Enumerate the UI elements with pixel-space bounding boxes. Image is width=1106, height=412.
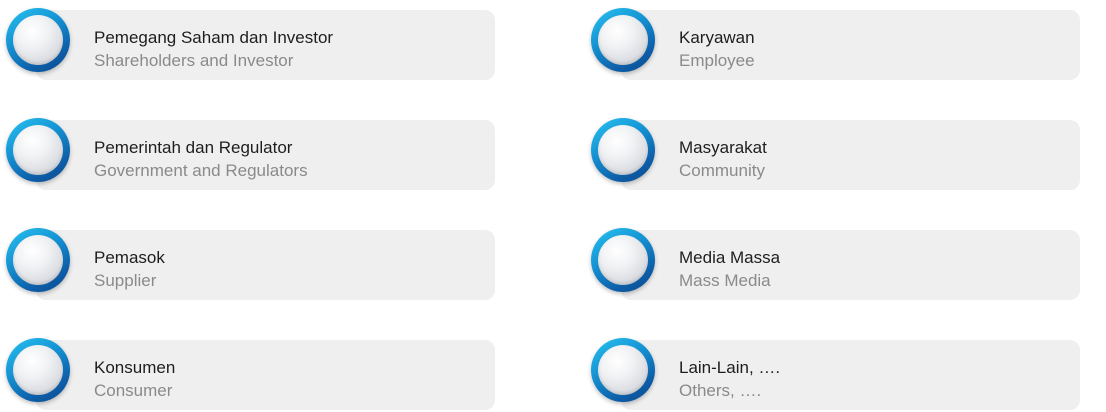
stakeholder-title: Masyarakat (679, 138, 767, 157)
stakeholder-item-employee: Karyawan Employee (585, 0, 1080, 80)
circle-bullet-inner (13, 235, 63, 285)
stakeholder-subtitle: Others, …. (679, 381, 762, 400)
circle-bullet-icon (6, 118, 70, 182)
stakeholder-subtitle: Consumer (94, 381, 173, 400)
stakeholder-item-mass-media: Media Massa Mass Media (585, 220, 1080, 300)
circle-bullet-inner (13, 345, 63, 395)
stakeholder-item-government: Pemerintah dan Regulator Government and … (0, 110, 495, 190)
stakeholder-title: Pemegang Saham dan Investor (94, 28, 334, 47)
stakeholder-subtitle: Mass Media (679, 271, 771, 290)
stakeholder-subtitle: Supplier (94, 271, 157, 290)
stakeholder-subtitle: Employee (679, 51, 755, 70)
stakeholder-title: Lain-Lain, …. (679, 358, 781, 377)
stakeholder-title: Media Massa (679, 248, 781, 267)
stakeholder-title: Konsumen (94, 358, 176, 377)
circle-bullet-inner (13, 125, 63, 175)
circle-bullet-icon (591, 118, 655, 182)
circle-bullet-inner (598, 235, 648, 285)
stakeholder-item-shareholders: Pemegang Saham dan Investor Shareholders… (0, 0, 495, 80)
circle-bullet-inner (598, 15, 648, 65)
stakeholder-title: Karyawan (679, 28, 755, 47)
circle-bullet-icon (6, 8, 70, 72)
circle-bullet-icon (6, 338, 70, 402)
stakeholder-item-others: Lain-Lain, …. Others, …. (585, 330, 1080, 410)
circle-bullet-icon (591, 338, 655, 402)
stakeholder-item-supplier: Pemasok Supplier (0, 220, 495, 300)
circle-bullet-inner (598, 125, 648, 175)
circle-bullet-inner (13, 15, 63, 65)
stakeholder-subtitle: Government and Regulators (94, 161, 308, 180)
circle-bullet-inner (598, 345, 648, 395)
stakeholder-subtitle: Community (679, 161, 765, 180)
stakeholder-title: Pemasok (94, 248, 165, 267)
stakeholder-item-consumer: Konsumen Consumer (0, 330, 495, 410)
stakeholder-subtitle: Shareholders and Investor (94, 51, 294, 70)
stakeholder-item-community: Masyarakat Community (585, 110, 1080, 190)
circle-bullet-icon (591, 8, 655, 72)
circle-bullet-icon (591, 228, 655, 292)
circle-bullet-icon (6, 228, 70, 292)
stakeholder-title: Pemerintah dan Regulator (94, 138, 293, 157)
